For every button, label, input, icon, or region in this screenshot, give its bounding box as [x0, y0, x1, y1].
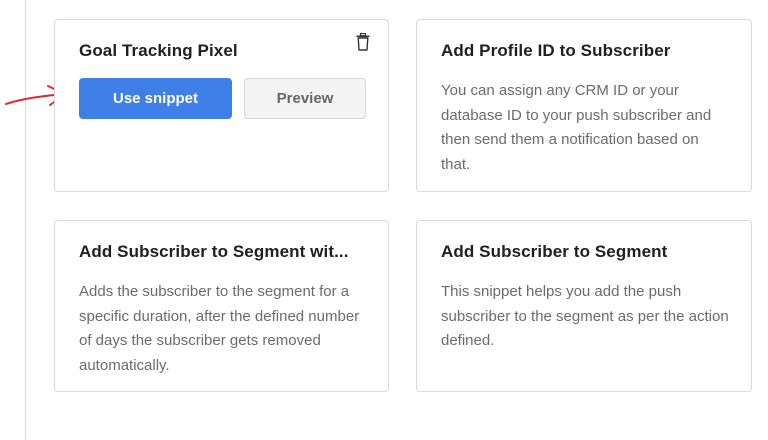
snippet-card-add-subscriber-segment[interactable]: Add Subscriber to Segment This snippet h…: [416, 220, 752, 392]
use-snippet-button[interactable]: Use snippet: [79, 78, 232, 119]
snippet-card-goal-tracking-pixel[interactable]: Goal Tracking Pixel Use snippet Preview: [54, 19, 389, 192]
trash-icon[interactable]: [356, 33, 370, 51]
snippet-card-add-profile-id[interactable]: Add Profile ID to Subscriber You can ass…: [416, 19, 752, 192]
snippet-card-title: Goal Tracking Pixel: [79, 41, 238, 60]
sidebar-divider: [25, 0, 26, 440]
snippet-card-title: Add Subscriber to Segment wit...: [79, 242, 349, 261]
snippet-library: Goal Tracking Pixel Use snippet Preview …: [0, 0, 768, 440]
snippet-card-title: Add Subscriber to Segment: [441, 242, 668, 261]
preview-button[interactable]: Preview: [244, 78, 366, 119]
snippet-card-description: This snippet helps you add the push subs…: [441, 283, 729, 349]
snippet-card-description: You can assign any CRM ID or your databa…: [441, 82, 712, 173]
snippet-card-description: Adds the subscriber to the segment for a…: [79, 283, 360, 374]
snippet-card-title: Add Profile ID to Subscriber: [441, 41, 671, 60]
snippet-card-add-subscriber-segment-duration[interactable]: Add Subscriber to Segment wit... Adds th…: [54, 220, 389, 392]
